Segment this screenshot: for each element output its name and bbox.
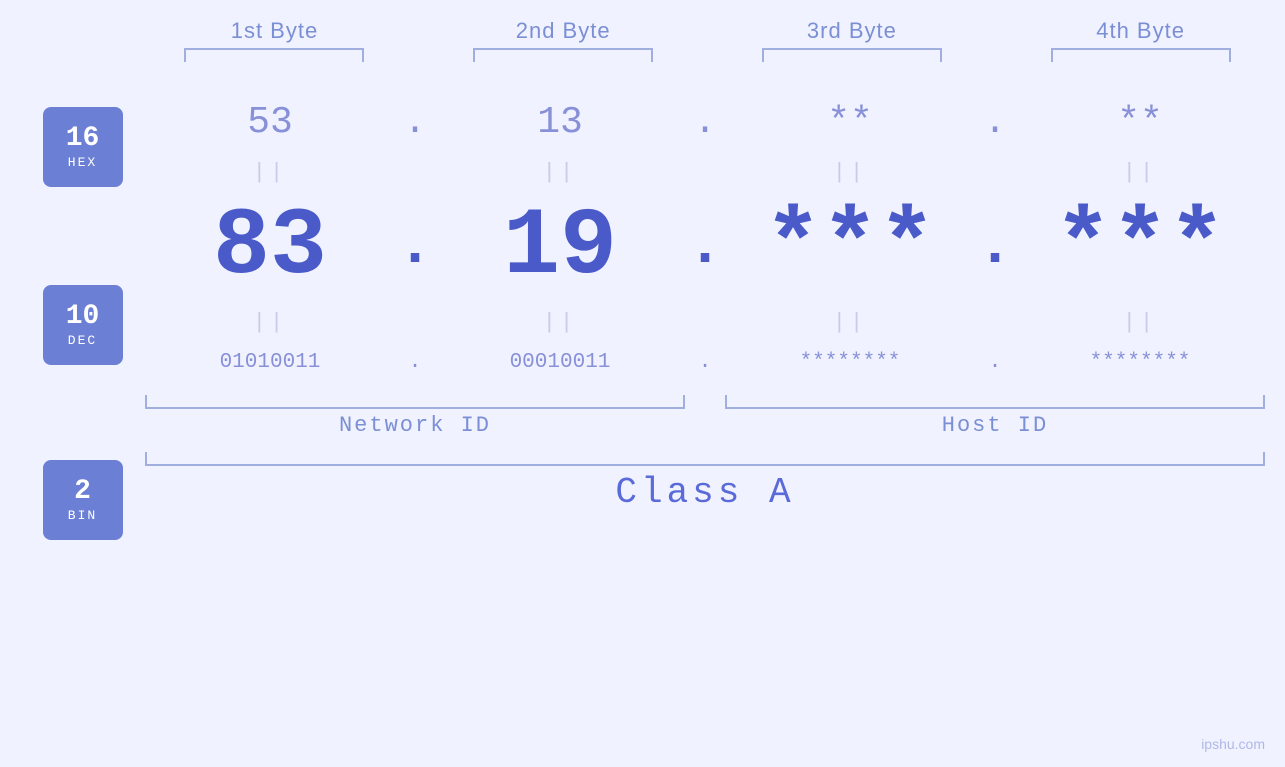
hex-dot1: . <box>395 101 435 144</box>
bin-dot1: . <box>395 351 435 374</box>
network-bracket <box>145 395 685 409</box>
eq1-b4: || <box>1015 160 1265 185</box>
equals-row-2: || || || || <box>145 307 1265 337</box>
main-container: 1st Byte 2nd Byte 3rd Byte 4th Byte 16 <box>0 0 1285 767</box>
host-id-label: Host ID <box>725 413 1265 438</box>
hex-dot2: . <box>685 101 725 144</box>
eq1-b1: || <box>145 160 395 185</box>
eq2-b4: || <box>1015 310 1265 335</box>
bin-dot2: . <box>685 351 725 374</box>
class-label: Class A <box>145 472 1265 513</box>
eq1-b3: || <box>725 160 975 185</box>
hex-b3: ** <box>725 101 975 144</box>
byte3-header: 3rd Byte <box>727 18 976 44</box>
hex-b2: 13 <box>435 101 685 144</box>
bin-row: 01010011 . 00010011 . ******** . *******… <box>145 337 1265 387</box>
hex-badge: 16 HEX <box>43 107 123 187</box>
hex-b4: ** <box>1015 101 1265 144</box>
bracket-top-1 <box>184 48 364 62</box>
watermark: ipshu.com <box>1201 736 1265 752</box>
bottom-brackets <box>145 395 1265 409</box>
hex-dot3: . <box>975 101 1015 144</box>
dec-dot3: . <box>975 213 1015 281</box>
byte2-header: 2nd Byte <box>439 18 688 44</box>
byte1-header: 1st Byte <box>150 18 399 44</box>
bin-b4: ******** <box>1015 351 1265 374</box>
network-id-label: Network ID <box>145 413 685 438</box>
dec-row: 83 . 19 . *** . *** <box>145 187 1265 307</box>
class-bracket-row <box>145 452 1265 466</box>
bin-b1: 01010011 <box>145 351 395 374</box>
data-area: 53 . 13 . ** . ** || || || || 83 <box>145 67 1265 767</box>
bracket-top-3 <box>762 48 942 62</box>
dec-b3: *** <box>725 200 975 295</box>
eq1-b2: || <box>435 160 685 185</box>
id-labels-row: Network ID Host ID <box>145 413 1265 438</box>
dec-b1: 83 <box>145 200 395 295</box>
hex-b1: 53 <box>145 101 395 144</box>
bin-b2: 00010011 <box>435 351 685 374</box>
bin-badge: 2 BIN <box>43 460 123 540</box>
dec-dot2: . <box>685 213 725 281</box>
dec-dot1: . <box>395 213 435 281</box>
eq2-b1: || <box>145 310 395 335</box>
bin-b3: ******** <box>725 351 975 374</box>
bracket-top-4 <box>1051 48 1231 62</box>
badges-column: 16 HEX 10 DEC 2 BIN <box>20 67 145 767</box>
dec-b4: *** <box>1015 200 1265 295</box>
eq2-b3: || <box>725 310 975 335</box>
equals-row-1: || || || || <box>145 157 1265 187</box>
dec-badge: 10 DEC <box>43 285 123 365</box>
class-bracket <box>145 452 1265 466</box>
eq2-b2: || <box>435 310 685 335</box>
bracket-top-2 <box>473 48 653 62</box>
bin-dot3: . <box>975 351 1015 374</box>
host-bracket <box>725 395 1265 409</box>
hex-row: 53 . 13 . ** . ** <box>145 87 1265 157</box>
byte4-header: 4th Byte <box>1016 18 1265 44</box>
dec-b2: 19 <box>435 200 685 295</box>
